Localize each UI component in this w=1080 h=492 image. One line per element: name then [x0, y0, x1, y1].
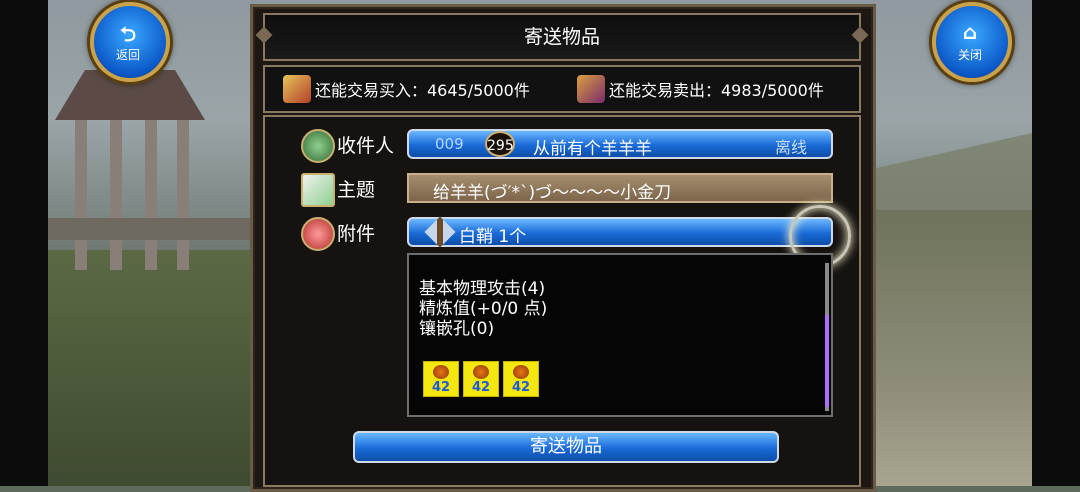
mail-form: 收件人 009 295 从前有个羊羊羊 离线 主题 给羊羊(づ′*`)づ～～～～…	[263, 115, 861, 487]
send-item-panel: 寄送物品 还能交易买入：4645/5000件 还能交易卖出：4983/5000件…	[250, 4, 876, 492]
detail-line-socket: 镶嵌孔(0)	[419, 319, 495, 339]
treasure-chest-icon	[577, 75, 605, 103]
close-button-label: 关闭	[957, 48, 982, 62]
recipient-level-badge: 295	[485, 131, 515, 157]
attachment-field[interactable]: 白鞘 1个	[407, 216, 833, 248]
item-detail-box: 基本物理攻击(4) 精炼值(+0/0 点) 镶嵌孔(0) 42 42 42	[407, 253, 833, 417]
title-bar: 寄送物品	[255, 13, 869, 61]
envelope-icon	[301, 173, 335, 207]
recipient-status: 离线	[774, 138, 807, 157]
panel-title: 寄送物品	[523, 26, 600, 48]
gem-slot[interactable]: 42	[503, 361, 539, 397]
recipient-field[interactable]: 009 295 从前有个羊羊羊 离线	[407, 129, 833, 159]
recipient-name: 从前有个羊羊羊	[533, 139, 652, 159]
gem-slot[interactable]: 42	[423, 361, 459, 397]
gem-count: 42	[511, 380, 531, 395]
trade-sell-label: 还能交易卖出：4983/5000件	[609, 81, 824, 100]
back-button-label: 返回	[115, 48, 140, 62]
subject-value: 给羊羊(づ′*`)づ～～～～小金刀	[433, 183, 672, 203]
recipient-label: 收件人	[337, 135, 395, 157]
back-button[interactable]: ⮌ 返回	[84, 0, 172, 86]
attachment-label: 附件	[337, 223, 376, 245]
sword-icon	[424, 216, 456, 248]
gem-count: 42	[431, 380, 451, 395]
close-button[interactable]: ⌂ 关闭	[926, 0, 1014, 86]
gem-icon	[473, 365, 489, 379]
trade-limit-bar: 还能交易买入：4645/5000件 还能交易卖出：4983/5000件	[263, 65, 861, 113]
treasure-chest-icon	[283, 75, 311, 103]
attachment-item: 白鞘 1个	[459, 227, 527, 247]
gem-count: 42	[471, 380, 491, 395]
subject-label: 主题	[337, 179, 376, 201]
detail-scrollbar-thumb[interactable]	[825, 315, 829, 407]
gem-icon	[513, 365, 529, 379]
trade-buy-limit: 还能交易买入：4645/5000件	[283, 67, 530, 111]
gift-icon	[301, 217, 335, 251]
subject-input[interactable]: 给羊羊(づ′*`)づ～～～～小金刀	[407, 173, 833, 203]
person-icon	[301, 129, 335, 163]
home-icon: ⌂	[962, 20, 978, 44]
recipient-id: 009	[435, 135, 464, 153]
send-item-button[interactable]: 寄送物品	[353, 431, 779, 463]
gem-slot[interactable]: 42	[463, 361, 499, 397]
trade-buy-label: 还能交易买入：4645/5000件	[315, 81, 530, 100]
trade-sell-limit: 还能交易卖出：4983/5000件	[577, 67, 824, 111]
detail-line-refine: 精炼值(+0/0 点)	[419, 299, 548, 319]
detail-line-attack: 基本物理攻击(4)	[419, 279, 546, 299]
gem-icon	[433, 365, 449, 379]
